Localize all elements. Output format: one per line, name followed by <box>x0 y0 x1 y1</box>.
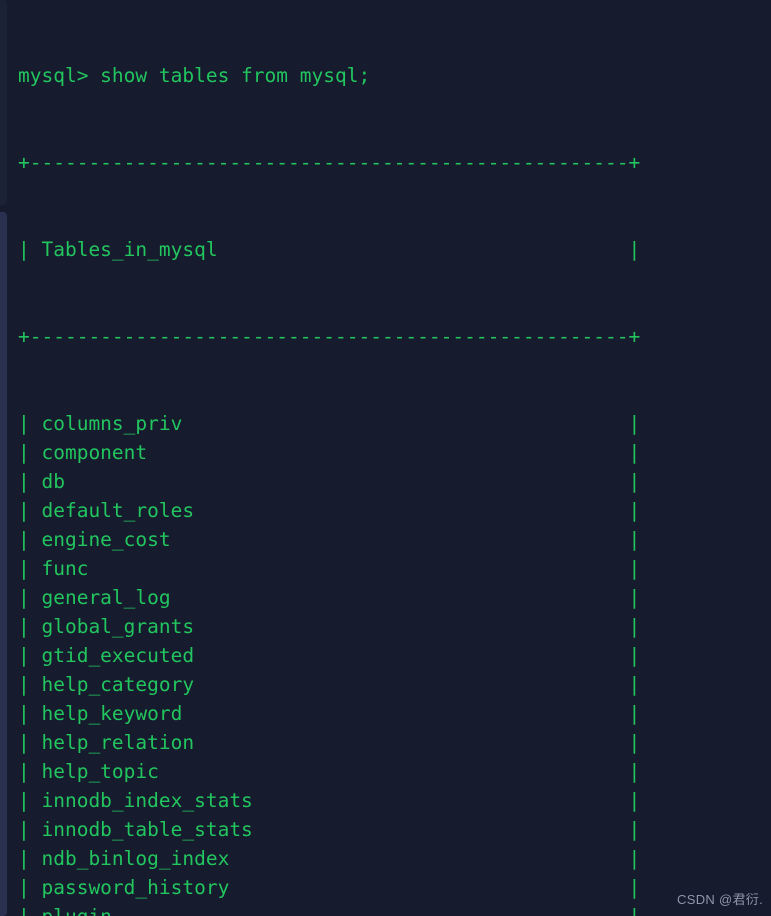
table-row: | help_category | <box>18 673 641 696</box>
table-row: | innodb_index_stats | <box>18 789 641 812</box>
watermark: CSDN @君衍. <box>677 892 763 907</box>
table-header-row: | Tables_in_mysql | <box>18 238 641 261</box>
table-row: | db | <box>18 470 641 493</box>
table-row: | default_roles | <box>18 499 641 522</box>
table-row: | component | <box>18 441 641 464</box>
table-body: | columns_priv | | component | | db | | def… <box>18 409 771 916</box>
table-row: | help_topic | <box>18 760 641 783</box>
table-row: | help_keyword | <box>18 702 641 725</box>
table-row: | gtid_executed | <box>18 644 641 667</box>
table-row: | innodb_table_stats | <box>18 818 641 841</box>
table-row: | global_grants | <box>18 615 641 638</box>
table-row: | func | <box>18 557 641 580</box>
terminal-window[interactable]: mysql> show tables from mysql; +--------… <box>0 0 771 916</box>
scrollbar-gutter-bottom[interactable] <box>0 212 7 916</box>
table-rule-mid: +---------------------------------------… <box>18 325 641 348</box>
table-row: | general_log | <box>18 586 641 609</box>
table-row: | ndb_binlog_index | <box>18 847 641 870</box>
table-row: | help_relation | <box>18 731 641 754</box>
table-row: | engine_cost | <box>18 528 641 551</box>
prompt-line: mysql> show tables from mysql; <box>18 64 371 87</box>
terminal-screen[interactable]: mysql> show tables from mysql; +--------… <box>18 3 771 916</box>
table-row: | password_history | <box>18 876 641 899</box>
table-rule-top: +---------------------------------------… <box>18 151 641 174</box>
scrollbar-gutter-top[interactable] <box>0 0 7 205</box>
table-row: | columns_priv | <box>18 412 641 435</box>
table-row: | plugin | <box>18 902 771 916</box>
